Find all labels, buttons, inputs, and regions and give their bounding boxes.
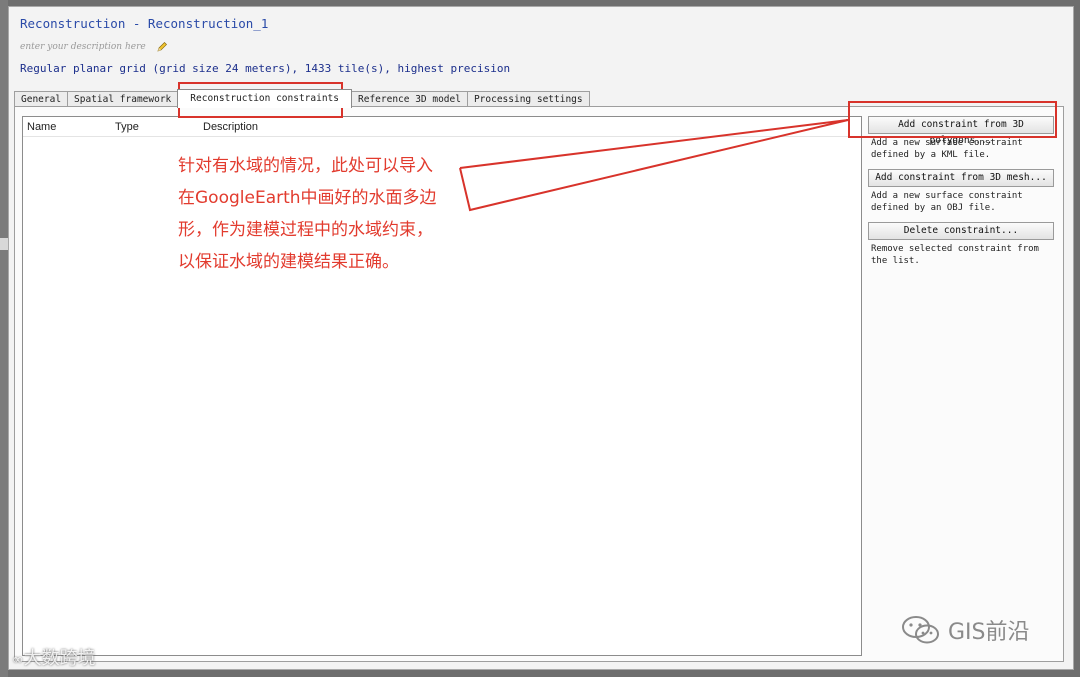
- watermark-left: ∞大数跨境: [12, 648, 96, 669]
- reconstruction-summary: Regular planar grid (grid size 24 meters…: [20, 62, 511, 75]
- add-constraint-mesh-button[interactable]: Add constraint from 3D mesh...: [868, 169, 1054, 187]
- list-header: Name Type Description: [23, 117, 861, 137]
- tab-reference-3d-model[interactable]: Reference 3D model: [351, 91, 468, 107]
- tab-general[interactable]: General: [14, 91, 69, 107]
- tab-processing-settings[interactable]: Processing settings: [466, 91, 590, 107]
- add-mesh-help: Add a new surface constraint defined by …: [871, 191, 1023, 213]
- tab-spatial-framework[interactable]: Spatial framework: [67, 91, 179, 107]
- column-header-description[interactable]: Description: [203, 121, 258, 133]
- delete-constraint-button[interactable]: Delete constraint...: [868, 222, 1054, 240]
- watermark-right-text: GIS前沿: [948, 620, 1030, 645]
- column-header-type[interactable]: Type: [115, 121, 139, 133]
- wechat-icon: [902, 616, 939, 644]
- annotation-line: 形，作为建模过程中的水域约束，: [178, 220, 433, 240]
- constraint-list[interactable]: Name Type Description: [22, 116, 862, 656]
- pencil-icon[interactable]: [156, 41, 168, 53]
- delete-help: Remove selected constraint from the list…: [871, 244, 1039, 266]
- left-gutter: [0, 0, 8, 677]
- description-row[interactable]: enter your description here: [20, 41, 168, 53]
- constraint-actions: Add constraint from 3D polygons... Add a…: [868, 116, 1054, 273]
- window-title: Reconstruction - Reconstruction_1: [20, 16, 269, 31]
- annotation-line: 以保证水域的建模结果正确。: [178, 252, 399, 272]
- annotation-line: 针对有水域的情况，此处可以导入: [178, 156, 433, 176]
- column-header-name[interactable]: Name: [27, 121, 56, 133]
- highlight-box-button: [848, 101, 1057, 138]
- watermark-right: GIS前沿: [900, 614, 1030, 646]
- tab-bar: General Spatial framework Reconstruction…: [14, 89, 590, 108]
- tab-reconstruction-constraints[interactable]: Reconstruction constraints: [177, 89, 352, 108]
- annotation-text: 针对有水域的情况，此处可以导入 在GoogleEarth中画好的水面多边 形，作…: [178, 150, 437, 278]
- description-placeholder[interactable]: enter your description here: [20, 42, 146, 52]
- annotation-line: 在GoogleEarth中画好的水面多边: [178, 188, 437, 208]
- add-polygons-help: Add a new surface constraint defined by …: [871, 138, 1023, 160]
